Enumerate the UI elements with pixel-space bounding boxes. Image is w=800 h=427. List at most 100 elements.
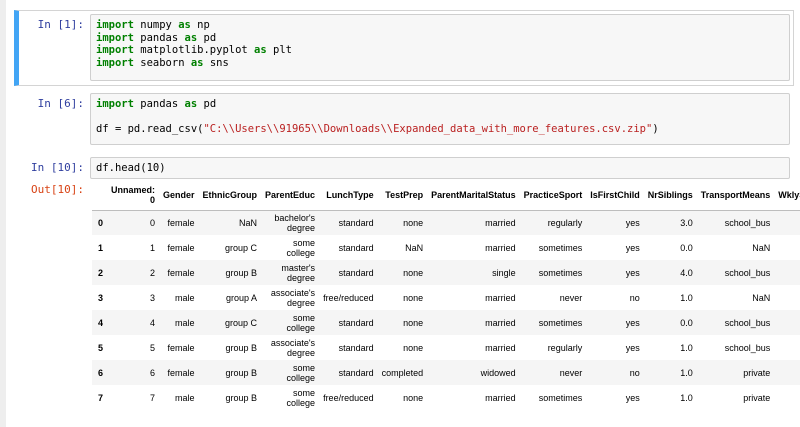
dataframe-table: Unnamed: 0 Gender EthnicGroup ParentEduc Lun… bbox=[92, 180, 800, 410]
table-cell: single bbox=[492, 267, 516, 278]
table-cell: NaN bbox=[752, 292, 771, 303]
table-cell: school_bus bbox=[724, 217, 771, 228]
code-keyword: import bbox=[96, 56, 134, 69]
code-keyword: import bbox=[96, 44, 134, 56]
code-string: "C:\\Users\\91965\\Downloads\\Expanded_d… bbox=[203, 123, 653, 135]
code-text: pd bbox=[197, 31, 217, 44]
table-cell: bachelor's degree bbox=[274, 212, 316, 233]
table-cell: some college bbox=[286, 312, 316, 333]
table-cell: married bbox=[485, 242, 516, 253]
code-text: df.head(10) bbox=[96, 162, 166, 174]
table-cell: 3 bbox=[150, 292, 156, 303]
table-row: 3 3 male group A associate's degree free/redu… bbox=[92, 285, 800, 310]
table-cell: school_bus bbox=[724, 342, 771, 353]
code-editor[interactable]: df.head(10) bbox=[90, 157, 790, 179]
table-cell: married bbox=[485, 392, 516, 403]
table-cell: private bbox=[743, 367, 771, 378]
table-cell: 1 bbox=[150, 242, 156, 253]
code-line: import pandas as pd bbox=[96, 98, 784, 111]
table-cell: standard bbox=[338, 367, 374, 378]
column-header: NrSiblings bbox=[647, 189, 693, 200]
table-cell: 6 bbox=[150, 367, 156, 378]
table-cell bbox=[774, 335, 800, 360]
table-cell: some college bbox=[286, 362, 316, 383]
table-cell: sometimes bbox=[538, 317, 583, 328]
table-cell: male bbox=[175, 317, 195, 328]
code-text: pd bbox=[197, 98, 217, 110]
code-text: df = pd.read_csv( bbox=[96, 123, 204, 135]
table-cell: married bbox=[485, 342, 516, 353]
table-cell: group C bbox=[225, 242, 258, 253]
code-cell-2[interactable]: In [6]: import pandas as pd df = pd.read_… bbox=[14, 90, 794, 146]
code-text: np bbox=[190, 19, 210, 31]
code-cell-1[interactable]: In [1]: import numpy as np import pandas … bbox=[14, 10, 794, 86]
table-cell: 2 bbox=[150, 267, 156, 278]
table-cell bbox=[774, 310, 800, 335]
column-header: ParentEduc bbox=[265, 189, 316, 200]
table-cell bbox=[774, 260, 800, 285]
table-cell: school_bus bbox=[724, 267, 771, 278]
table-cell: married bbox=[485, 217, 516, 228]
table-cell: group B bbox=[225, 392, 258, 403]
code-line: import numpy as np bbox=[96, 19, 784, 32]
table-cell: group B bbox=[225, 367, 258, 378]
table-cell: yes bbox=[625, 342, 640, 353]
row-index: 1 bbox=[98, 242, 104, 253]
code-editor[interactable]: import pandas as pd df = pd.read_csv("C:\… bbox=[90, 93, 790, 145]
table-cell: 1.0 bbox=[680, 392, 693, 403]
table-row: 0 0 female NaN bachelor's degree standard none… bbox=[92, 210, 800, 235]
table-row: 2 2 female group B master's degree standard no… bbox=[92, 260, 800, 285]
table-cell: married bbox=[485, 317, 516, 328]
table-cell: free/reduced bbox=[323, 392, 374, 403]
table-cell: none bbox=[403, 267, 424, 278]
column-header: WklyStudy bbox=[778, 189, 800, 200]
table-cell: female bbox=[167, 242, 195, 253]
table-row: 6 6 female group B some college standard compl… bbox=[92, 360, 800, 385]
table-cell bbox=[774, 360, 800, 385]
table-cell: free/reduced bbox=[323, 292, 374, 303]
column-header: ParentMaritalStatus bbox=[431, 189, 516, 200]
table-cell: 0.0 bbox=[680, 317, 693, 328]
table-row: 7 7 male group B some college free/reduced non… bbox=[92, 385, 800, 410]
table-row: 4 4 male group C some college standard none mar… bbox=[92, 310, 800, 335]
table-cell: yes bbox=[625, 267, 640, 278]
code-text: pandas bbox=[133, 31, 185, 44]
table-cell: standard bbox=[338, 342, 374, 353]
column-header: Unnamed: 0 bbox=[111, 184, 156, 205]
table-cell: none bbox=[403, 392, 424, 403]
column-header: Gender bbox=[163, 189, 195, 200]
table-cell: standard bbox=[338, 267, 374, 278]
table-cell: female bbox=[167, 267, 195, 278]
code-text: seaborn bbox=[133, 56, 191, 69]
cell-prompt: In [6]: bbox=[37, 97, 84, 110]
table-cell: standard bbox=[338, 217, 374, 228]
code-text: numpy bbox=[133, 19, 179, 31]
code-cell-3[interactable]: In [10]: df.head(10) bbox=[14, 154, 794, 182]
table-cell bbox=[774, 235, 800, 260]
table-cell: 4.0 bbox=[680, 267, 693, 278]
table-cell: completed bbox=[381, 367, 424, 378]
table-cell: school_bus bbox=[724, 317, 771, 328]
column-header: TestPrep bbox=[385, 189, 424, 200]
code-text: sns bbox=[203, 56, 229, 69]
table-cell: private bbox=[743, 392, 771, 403]
table-cell: associate's degree bbox=[270, 337, 316, 358]
code-line: import matplotlib.pyplot as plt bbox=[96, 44, 784, 57]
table-cell: 4 bbox=[150, 317, 156, 328]
column-header bbox=[92, 180, 107, 210]
table-cell: sometimes bbox=[538, 242, 583, 253]
table-cell: 7 bbox=[150, 392, 156, 403]
notebook-left-border bbox=[0, 0, 6, 427]
code-text: matplotlib.pyplot bbox=[133, 44, 255, 56]
code-line: df = pd.read_csv("C:\\Users\\91965\\Down… bbox=[96, 123, 784, 136]
table-cell: yes bbox=[625, 217, 640, 228]
code-line: import seaborn as sns bbox=[96, 57, 784, 70]
row-index: 0 bbox=[98, 217, 104, 228]
table-cell: sometimes bbox=[538, 267, 583, 278]
table-cell: 1.0 bbox=[680, 367, 693, 378]
table-cell: group B bbox=[225, 267, 258, 278]
code-editor[interactable]: import numpy as np import pandas as pd imp… bbox=[90, 14, 790, 81]
table-cell: 0.0 bbox=[680, 242, 693, 253]
table-cell: regularly bbox=[547, 342, 583, 353]
table-cell: yes bbox=[625, 317, 640, 328]
